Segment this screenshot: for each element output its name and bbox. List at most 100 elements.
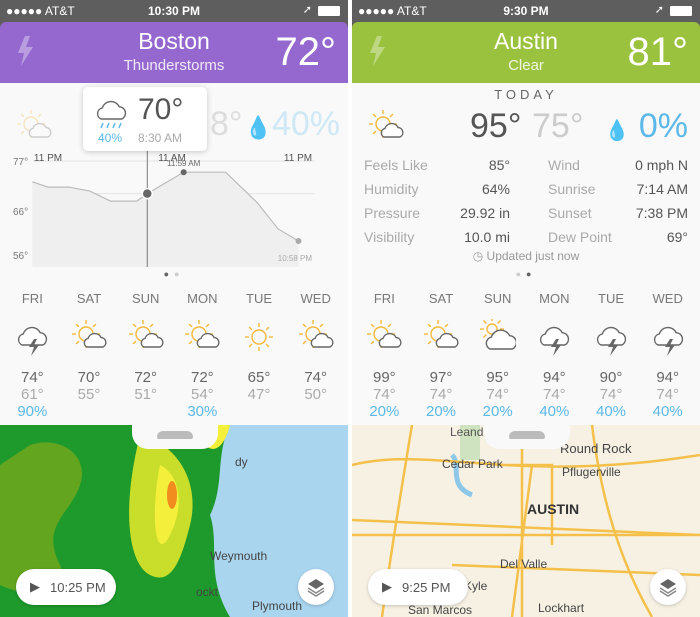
detail-label: Wind <box>548 157 580 173</box>
precip-value: 40% <box>271 105 340 143</box>
forecast-day[interactable]: FRI 99° 74° 20% <box>356 289 413 421</box>
high-temp: 74° <box>304 369 328 386</box>
low-temp: 74° <box>543 386 566 403</box>
low-temp: 47° <box>247 386 271 403</box>
today-label: TODAY <box>494 87 558 102</box>
forecast-day[interactable]: WED 94° 74° 40% <box>639 289 696 421</box>
layers-button[interactable] <box>298 569 334 605</box>
end-point <box>295 237 302 244</box>
radar-time: 10:25 PM <box>50 579 106 595</box>
layers-icon <box>659 579 677 597</box>
thunderstorm-icon <box>4 315 61 361</box>
forecast-day[interactable]: SUN 95° 74° 20% <box>469 289 526 421</box>
precip-chance: 20% <box>482 403 513 420</box>
partly-sunny-icon <box>356 315 413 361</box>
forecast-day[interactable]: MON 94° 74° 40% <box>526 289 583 421</box>
city-header[interactable]: Boston Thunderstorms 72° <box>0 22 348 83</box>
y-tick-label: 77° <box>13 157 28 168</box>
drop-icon: 💧 <box>604 120 630 142</box>
map-label: Cedar Park <box>442 457 503 471</box>
status-bar: ●●●●● AT&T 9:30 PM ➚ <box>352 0 700 22</box>
y-tick-label: 66° <box>13 207 28 218</box>
high-temp: 74° <box>20 369 44 386</box>
radar-map[interactable]: dy Weymouth ockt Plymouth ▶ 10:25 PM <box>0 425 348 617</box>
current-point <box>141 187 154 200</box>
low-temp: 74° <box>372 386 396 403</box>
precip-chance: 40% <box>652 403 683 420</box>
day-name: FRI <box>373 291 395 306</box>
thunderstorm-icon <box>639 315 696 361</box>
precip-chance: 90% <box>17 403 48 420</box>
current-temp: 72° <box>275 30 337 74</box>
detail-value: 7:14 AM <box>636 181 688 197</box>
today-low: 75° <box>532 107 584 145</box>
handle-icon <box>157 431 193 439</box>
map-label: AUSTIN <box>527 501 580 517</box>
thunderstorm-icon <box>583 315 640 361</box>
today-precip: 💧 0% <box>605 107 689 146</box>
today-high: 95° <box>470 107 522 145</box>
forecast-day[interactable]: SAT 70° 55° <box>61 289 118 421</box>
map-label: San Marcos <box>408 603 473 617</box>
forecast-day[interactable]: WED 74° 50° <box>287 289 344 421</box>
map-label: Weymouth <box>210 549 268 563</box>
temp-area <box>32 172 299 267</box>
detail-value: 7:38 PM <box>635 205 688 221</box>
day-name: TUE <box>246 291 273 306</box>
play-icon: ▶ <box>382 579 392 594</box>
forecast-day[interactable]: FRI 74° 61° 90% <box>4 289 61 421</box>
map-label: Del Valle <box>500 557 548 571</box>
layers-button[interactable] <box>650 569 686 605</box>
high-temp: 90° <box>599 369 623 386</box>
weather-content: 8° 💧40% 11 PM 11 AM 11 PM 77° 66° 56° 11:59 AM… <box>0 83 348 425</box>
detail-value: 69° <box>666 229 688 245</box>
low-temp: 50° <box>304 386 328 403</box>
street-map[interactable]: Leand Round Rock Cedar Park Pflugerville… <box>352 425 700 617</box>
day-name: WED <box>300 291 331 306</box>
precip-chance: 40% <box>539 403 570 420</box>
today-precip: 💧40% <box>245 105 340 144</box>
forecast-day[interactable]: SAT 97° 74° 20% <box>413 289 470 421</box>
forecast-day[interactable]: TUE 65° 47° <box>231 289 288 421</box>
page-indicator[interactable]: ●● <box>0 269 348 279</box>
forecast-day[interactable]: SUN 72° 51° <box>117 289 174 421</box>
updated-status: ◷ Updated just now <box>352 249 700 263</box>
play-radar-button[interactable]: ▶ 9:25 PM <box>368 569 468 605</box>
day-name: WED <box>652 291 683 306</box>
day-name: SAT <box>76 291 102 306</box>
precip-chance: 20% <box>425 403 457 420</box>
x-tick-label: 11 PM <box>284 153 312 164</box>
detail-value: 85° <box>488 157 510 173</box>
handle-icon <box>509 431 545 439</box>
play-icon: ▶ <box>30 579 40 594</box>
forecast-day[interactable]: MON 72° 54° 30% <box>174 289 231 421</box>
low-temp: 74° <box>656 386 680 403</box>
clock-icon: ◷ <box>472 249 484 263</box>
low-temp: 51° <box>134 386 158 403</box>
precip-chance <box>231 403 288 421</box>
y-tick-label: 56° <box>13 251 28 262</box>
map-label: Lockhart <box>538 601 585 615</box>
map-label: dy <box>235 455 248 469</box>
page-indicator[interactable]: ●● <box>352 269 700 279</box>
precip-chance <box>117 403 174 421</box>
clock: 9:30 PM <box>503 4 549 18</box>
day-name: MON <box>187 291 218 306</box>
high-point <box>180 169 187 176</box>
map-pull-tab[interactable] <box>484 425 570 449</box>
tooltip-temp: 70° <box>138 93 184 126</box>
map-label: Plymouth <box>252 599 303 613</box>
map-label: ockt <box>196 585 219 599</box>
hourly-tooltip: 70° 40% 8:30 AM <box>83 87 207 151</box>
city-header[interactable]: Austin Clear 81° <box>352 22 700 83</box>
map-pull-tab[interactable] <box>132 425 218 449</box>
austin-screen: ●●●●● AT&T 9:30 PM ➚ Austin Clear 81° TO… <box>352 0 700 617</box>
detail-value: 64% <box>481 181 510 197</box>
high-temp: 65° <box>247 369 271 386</box>
day-name: SAT <box>428 291 454 306</box>
high-temp: 94° <box>656 369 680 386</box>
precip-chance <box>61 403 118 421</box>
low-temp: 61° <box>20 386 44 403</box>
forecast-day[interactable]: TUE 90° 74° 40% <box>583 289 640 421</box>
play-radar-button[interactable]: ▶ 10:25 PM <box>16 569 116 605</box>
